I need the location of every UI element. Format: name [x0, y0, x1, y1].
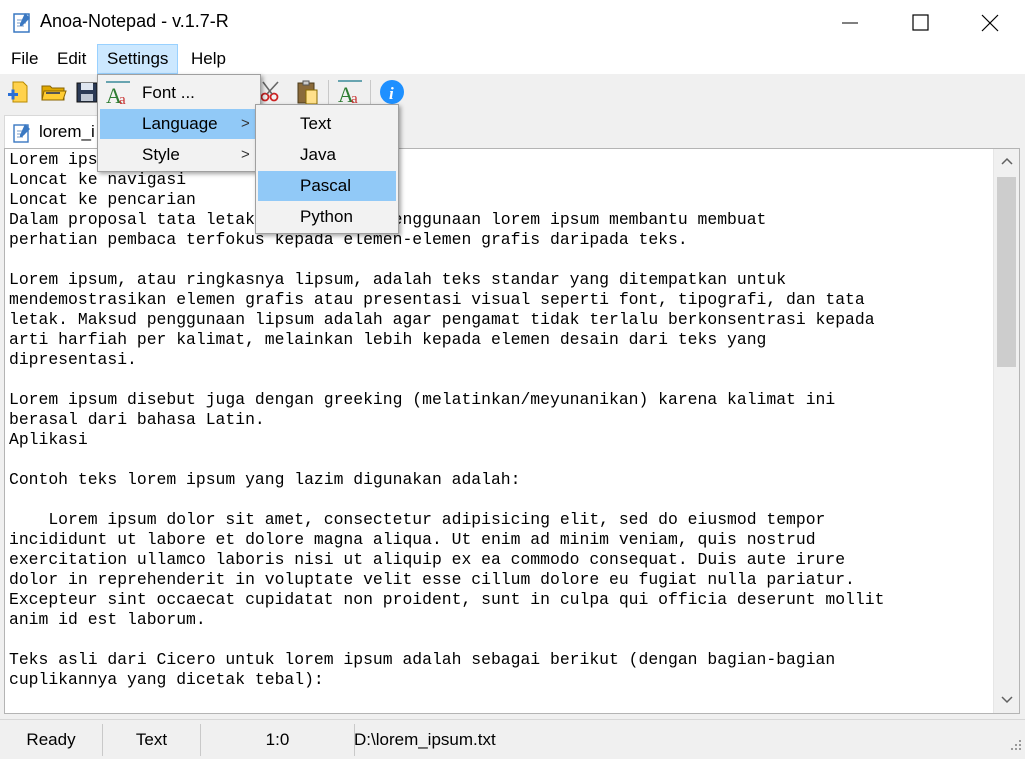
language-option-pascal[interactable]: Pascal — [258, 171, 396, 201]
vertical-scrollbar[interactable] — [993, 149, 1019, 713]
language-option-java[interactable]: Java — [258, 140, 396, 170]
scroll-up-button[interactable] — [994, 149, 1019, 175]
menu-item-style[interactable]: Style > — [100, 140, 258, 170]
close-button[interactable] — [955, 0, 1025, 44]
submenu-arrow-icon: > — [241, 146, 250, 163]
window-title: Anoa-Notepad - v.1.7-R — [40, 11, 229, 31]
svg-text:a: a — [119, 92, 126, 107]
editor-content[interactable]: Lorem ipsum Loncat ke navigasi Loncat ke… — [9, 150, 993, 712]
language-option-text[interactable]: Text — [258, 109, 396, 139]
resize-grip-icon[interactable] — [1009, 737, 1023, 757]
language-option-label: Python — [300, 207, 353, 226]
toolbar-separator — [328, 80, 329, 106]
language-option-label: Pascal — [300, 176, 352, 195]
menu-item-font-label: Font ... — [142, 83, 195, 102]
menu-item-language[interactable]: Language > — [100, 109, 258, 139]
scroll-thumb[interactable] — [997, 177, 1016, 367]
menu-bar: File Edit Settings Help — [0, 44, 1025, 74]
status-language: Text — [135, 730, 168, 749]
title-bar[interactable]: Anoa-Notepad - v.1.7-R — [0, 0, 1025, 44]
status-bar: Ready Text 1:0 D:\lorem_ipsum.txt — [0, 719, 1025, 759]
minimize-button[interactable] — [815, 0, 885, 44]
scroll-down-button[interactable] — [994, 687, 1019, 713]
document-icon — [11, 122, 33, 149]
svg-text:i: i — [389, 84, 394, 103]
menu-item-font[interactable]: A a Font ... — [100, 78, 258, 108]
settings-menu: A a Font ... Language > Style > — [97, 74, 261, 172]
menu-help[interactable]: Help — [182, 44, 235, 74]
open-folder-icon[interactable] — [40, 78, 68, 108]
maximize-button[interactable] — [885, 0, 955, 44]
menu-file[interactable]: File — [2, 44, 47, 74]
language-option-label: Text — [300, 114, 332, 133]
language-option-label: Java — [300, 145, 336, 164]
menu-item-language-label: Language — [142, 114, 218, 133]
new-file-icon[interactable] — [6, 78, 34, 108]
menu-edit[interactable]: Edit — [48, 44, 95, 74]
submenu-arrow-icon: > — [241, 115, 250, 132]
toolbar-separator — [370, 80, 371, 106]
status-cursor-position: 1:0 — [265, 730, 290, 749]
status-file-path: D:\lorem_ipsum.txt — [354, 730, 496, 749]
menu-settings[interactable]: Settings — [97, 44, 179, 74]
menu-item-style-label: Style — [142, 145, 180, 164]
status-state: Ready — [26, 730, 76, 749]
language-submenu: Text Java Pascal Python — [255, 104, 399, 234]
language-option-python[interactable]: Python — [258, 202, 396, 232]
notepad-app-icon — [12, 11, 32, 33]
text-editor[interactable]: Lorem ipsum Loncat ke navigasi Loncat ke… — [4, 148, 1020, 714]
tab-label: lorem_i — [39, 122, 95, 141]
